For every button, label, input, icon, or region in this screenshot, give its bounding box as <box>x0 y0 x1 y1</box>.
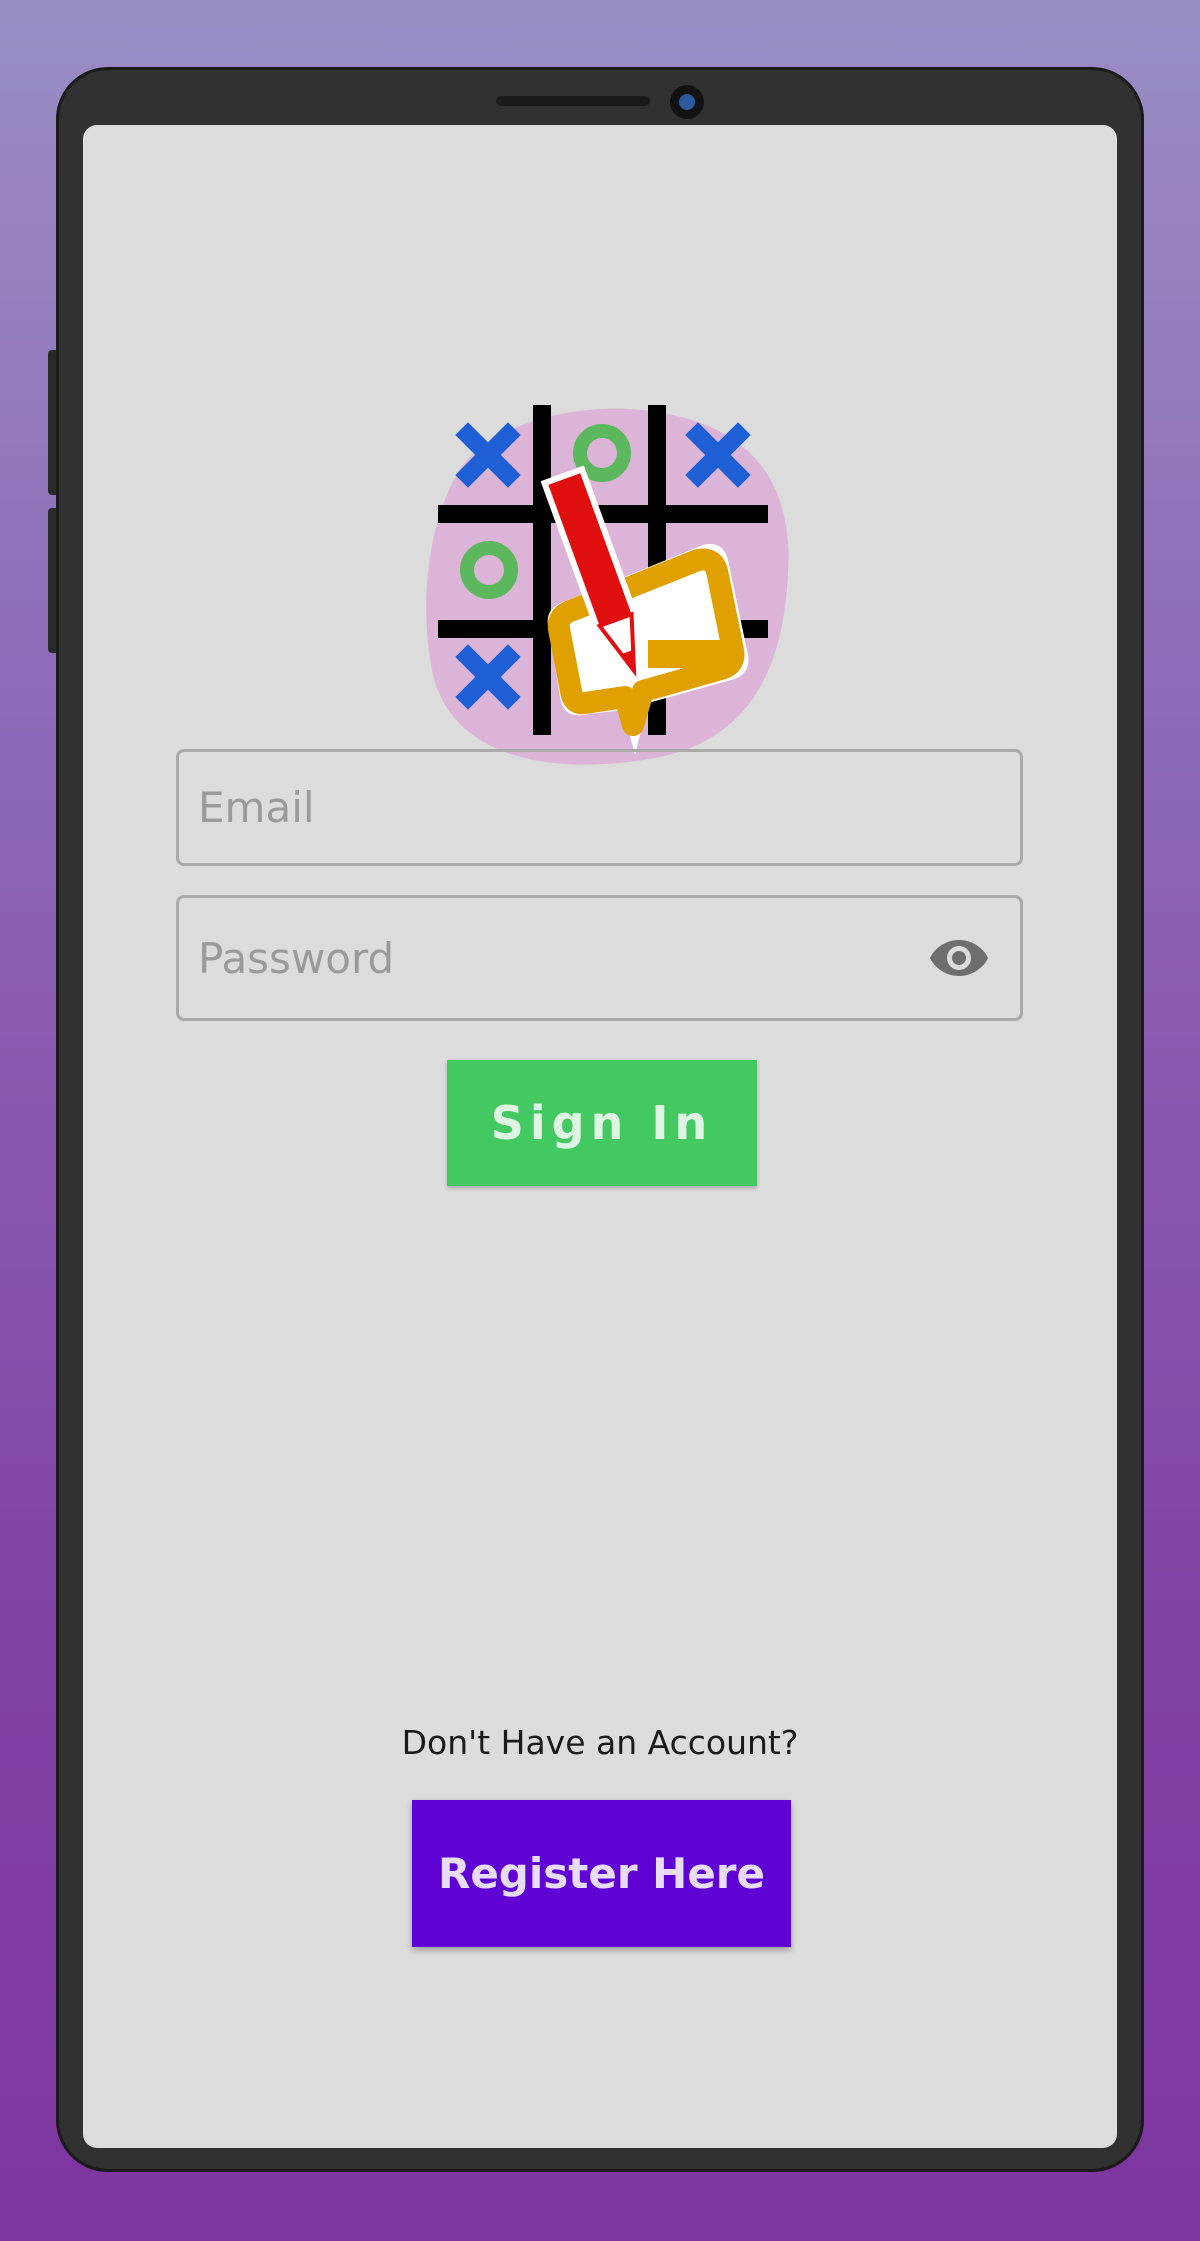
register-button[interactable]: Register Here <box>412 1800 791 1947</box>
sign-in-button[interactable]: Sign In <box>447 1060 757 1186</box>
no-account-prompt: Don't Have an Account? <box>401 1723 799 1762</box>
speaker-grille <box>496 96 650 106</box>
email-input[interactable] <box>179 752 879 863</box>
eye-icon[interactable] <box>928 936 990 980</box>
tic-tac-toe-pencil-logo-icon <box>426 405 789 765</box>
camera-lens <box>679 94 695 110</box>
front-camera <box>670 85 704 119</box>
password-input[interactable] <box>179 898 879 1018</box>
email-field[interactable] <box>176 749 1023 866</box>
login-screen: Sign In Don't Have an Account? Register … <box>83 125 1117 2148</box>
password-field[interactable] <box>176 895 1023 1021</box>
phone-frame: Sign In Don't Have an Account? Register … <box>56 67 1144 2172</box>
